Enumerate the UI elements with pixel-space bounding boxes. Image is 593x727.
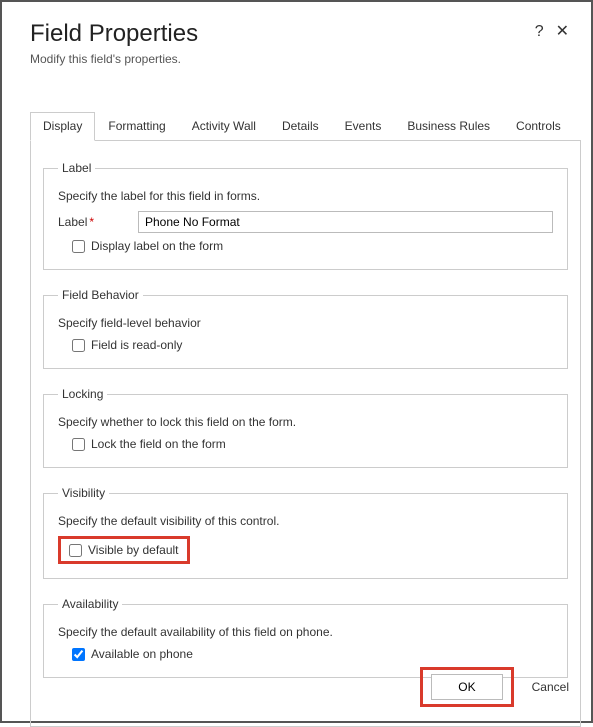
section-availability-legend: Availability xyxy=(58,597,122,611)
tab-display[interactable]: Display xyxy=(30,112,95,141)
close-icon[interactable]: ✕ xyxy=(556,24,569,40)
lock-field-text: Lock the field on the form xyxy=(91,437,226,451)
section-visibility-legend: Visibility xyxy=(58,486,109,500)
tab-activity-wall[interactable]: Activity Wall xyxy=(179,112,269,140)
label-input[interactable] xyxy=(138,211,553,233)
section-availability: Availability Specify the default availab… xyxy=(43,597,568,678)
tab-details[interactable]: Details xyxy=(269,112,332,140)
readonly-text: Field is read-only xyxy=(91,338,182,352)
lock-field-checkbox[interactable] xyxy=(72,438,85,451)
readonly-checkbox[interactable] xyxy=(72,339,85,352)
tab-events[interactable]: Events xyxy=(332,112,395,140)
section-field-behavior: Field Behavior Specify field-level behav… xyxy=(43,288,568,369)
label-field-label: Label* xyxy=(58,215,128,229)
cancel-button[interactable]: Cancel xyxy=(532,680,569,694)
section-behavior-legend: Field Behavior xyxy=(58,288,143,302)
section-locking: Locking Specify whether to lock this fie… xyxy=(43,387,568,468)
dialog-title: Field Properties xyxy=(30,20,563,48)
section-locking-legend: Locking xyxy=(58,387,107,401)
section-label: Label Specify the label for this field i… xyxy=(43,161,568,270)
tab-controls[interactable]: Controls xyxy=(503,112,574,140)
highlight-visible-by-default: Visible by default xyxy=(58,536,190,564)
visible-by-default-text: Visible by default xyxy=(88,543,179,557)
help-icon[interactable]: ? xyxy=(535,24,544,40)
section-behavior-help: Specify field-level behavior xyxy=(58,316,553,330)
section-label-legend: Label xyxy=(58,161,95,175)
tab-panel-display: Label Specify the label for this field i… xyxy=(30,141,581,727)
display-label-text: Display label on the form xyxy=(91,239,223,253)
section-visibility-help: Specify the default visibility of this c… xyxy=(58,514,553,528)
dialog-header: Field Properties Modify this field's pro… xyxy=(2,2,591,72)
dialog-footer: OK Cancel xyxy=(420,667,569,707)
available-on-phone-checkbox[interactable] xyxy=(72,648,85,661)
tab-business-rules[interactable]: Business Rules xyxy=(394,112,503,140)
dialog-subtitle: Modify this field's properties. xyxy=(30,52,563,66)
tab-strip: Display Formatting Activity Wall Details… xyxy=(30,112,581,141)
section-availability-help: Specify the default availability of this… xyxy=(58,625,553,639)
ok-button[interactable]: OK xyxy=(431,674,502,700)
tab-formatting[interactable]: Formatting xyxy=(95,112,178,140)
display-label-checkbox[interactable] xyxy=(72,240,85,253)
available-on-phone-text: Available on phone xyxy=(91,647,193,661)
section-visibility: Visibility Specify the default visibilit… xyxy=(43,486,568,579)
section-locking-help: Specify whether to lock this field on th… xyxy=(58,415,553,429)
visible-by-default-checkbox[interactable] xyxy=(69,544,82,557)
highlight-ok-button: OK xyxy=(420,667,513,707)
section-label-help: Specify the label for this field in form… xyxy=(58,189,553,203)
